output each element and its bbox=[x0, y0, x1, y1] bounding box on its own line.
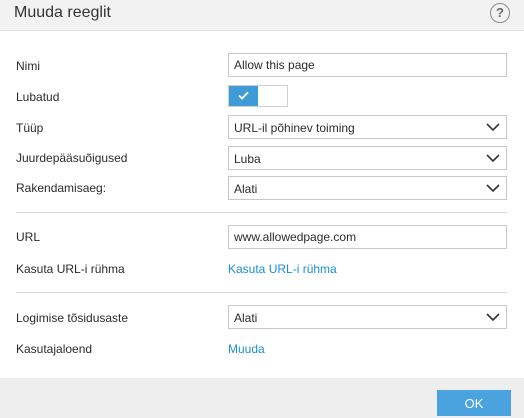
url-input[interactable] bbox=[228, 225, 507, 249]
type-label: Tüüp bbox=[16, 121, 44, 135]
dialog-footer: OK bbox=[0, 378, 524, 418]
toggle-knob bbox=[229, 86, 258, 106]
chevron-down-icon bbox=[486, 313, 500, 322]
chevron-down-icon bbox=[486, 184, 500, 193]
section-divider bbox=[16, 212, 507, 213]
schedule-select-value: Alati bbox=[234, 182, 258, 196]
user-list-label: Kasutajaloend bbox=[16, 342, 93, 356]
access-select-value: Luba bbox=[234, 152, 261, 166]
log-severity-select-value: Alati bbox=[234, 311, 258, 325]
log-severity-label: Logimise tõsidusaste bbox=[16, 311, 129, 325]
log-severity-select[interactable]: Alati bbox=[228, 305, 507, 329]
name-label: Nimi bbox=[16, 59, 40, 73]
chevron-down-icon bbox=[486, 154, 500, 163]
dialog-content: Nimi Lubatud Tüüp URL-il põhinev toiming… bbox=[0, 31, 524, 378]
ok-button[interactable]: OK bbox=[437, 390, 511, 416]
access-label: Juurdepääsuõigused bbox=[16, 151, 128, 165]
schedule-select[interactable]: Alati bbox=[228, 176, 507, 200]
type-select-value: URL-il põhinev toiming bbox=[234, 121, 355, 135]
type-select[interactable]: URL-il põhinev toiming bbox=[228, 115, 507, 139]
url-group-label: Kasuta URL-i rühma bbox=[16, 262, 125, 276]
name-input[interactable] bbox=[228, 53, 507, 77]
enabled-toggle[interactable] bbox=[228, 85, 288, 107]
schedule-label: Rakendamisaeg: bbox=[16, 181, 107, 195]
dialog-title: Muuda reeglit bbox=[14, 4, 111, 21]
edit-user-list-link[interactable]: Muuda bbox=[228, 342, 265, 356]
help-icon[interactable]: ? bbox=[490, 3, 510, 23]
access-select[interactable]: Luba bbox=[228, 146, 507, 170]
url-group-link[interactable]: Kasuta URL-i rühma bbox=[228, 262, 337, 276]
chevron-down-icon bbox=[486, 123, 500, 132]
section-divider bbox=[16, 292, 507, 293]
checkmark-icon bbox=[238, 91, 249, 100]
url-label: URL bbox=[16, 230, 41, 244]
title-bar: Muuda reeglit ? bbox=[0, 0, 524, 31]
enabled-label: Lubatud bbox=[16, 90, 60, 104]
